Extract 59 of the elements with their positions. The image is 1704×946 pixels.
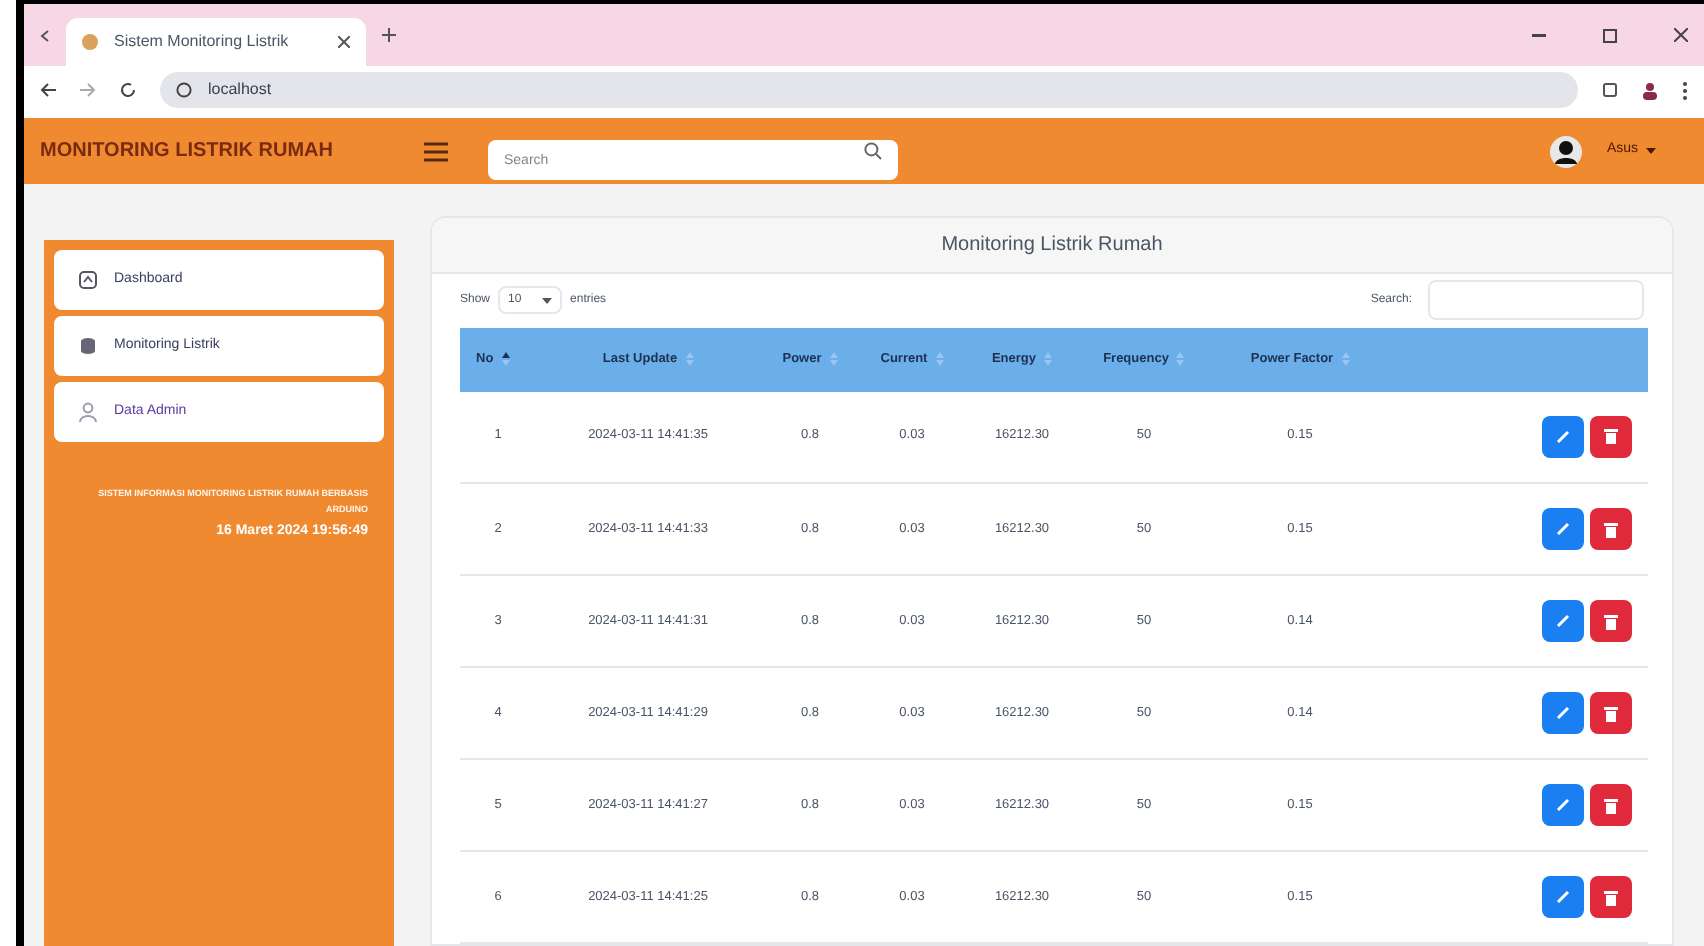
trash-icon: [1604, 797, 1618, 813]
maximize-icon[interactable]: [1602, 27, 1618, 43]
caret-icon: [1646, 148, 1656, 154]
brand-title: MONITORING LISTRIK RUMAH: [40, 138, 335, 166]
avatar-icon[interactable]: [1550, 135, 1583, 167]
chevron-icon[interactable]: [40, 29, 50, 41]
search-icon: [864, 141, 882, 159]
pencil-icon: [1556, 614, 1570, 628]
pencil-icon: [1556, 890, 1570, 904]
delete-button[interactable]: [1590, 600, 1632, 642]
sort-icon: [935, 352, 944, 366]
delete-button[interactable]: [1590, 876, 1632, 918]
reload-icon[interactable]: [120, 82, 136, 98]
edit-button[interactable]: [1542, 692, 1584, 734]
edit-button[interactable]: [1542, 784, 1584, 826]
profile-icon[interactable]: [1642, 81, 1658, 99]
info-icon: [176, 82, 192, 98]
delete-button[interactable]: [1590, 784, 1632, 826]
edit-button[interactable]: [1542, 415, 1584, 458]
trash-icon: [1604, 705, 1618, 721]
sort-icon: [1176, 352, 1185, 366]
edit-button[interactable]: [1542, 508, 1584, 550]
card-title: Monitoring Listrik Rumah: [941, 232, 1163, 261]
trash-icon: [1604, 428, 1618, 445]
pencil-icon: [1556, 522, 1570, 536]
browser-tab[interactable]: Sistem Monitoring Listrik: [66, 18, 366, 66]
menu-icon[interactable]: [424, 141, 448, 161]
database-icon: [78, 336, 98, 356]
delete-button[interactable]: [1590, 692, 1632, 734]
close-icon[interactable]: [338, 36, 350, 48]
tab-title: Sistem Monitoring Listrik: [114, 30, 291, 54]
trash-icon: [1604, 521, 1618, 537]
table-search-field[interactable]: [1428, 280, 1644, 321]
sort-icon: [685, 352, 694, 366]
minimize-icon[interactable]: [1532, 33, 1546, 37]
globe-icon: [82, 34, 98, 50]
sort-icon: [829, 352, 838, 366]
address-bar[interactable]: localhost: [160, 72, 1578, 108]
plus-icon[interactable]: [382, 28, 396, 42]
edit-button[interactable]: [1542, 600, 1584, 642]
pencil-icon: [1556, 706, 1570, 720]
edit-button[interactable]: [1542, 876, 1584, 918]
user-icon: [78, 402, 98, 422]
pencil-icon: [1556, 429, 1570, 444]
sort-icon: [501, 352, 510, 366]
dashboard-icon: [78, 270, 98, 290]
delete-button[interactable]: [1590, 508, 1632, 550]
menu-icon[interactable]: [1682, 81, 1688, 99]
close-icon[interactable]: [1674, 28, 1688, 42]
pencil-icon: [1556, 798, 1570, 812]
extension-icon[interactable]: [1602, 82, 1618, 98]
delete-button[interactable]: [1590, 415, 1632, 458]
sort-icon: [1044, 352, 1053, 366]
sort-icon: [1341, 352, 1350, 366]
trash-icon: [1604, 613, 1618, 629]
caret-icon: [542, 297, 553, 304]
url-text: localhost: [208, 78, 272, 102]
back-icon[interactable]: [40, 82, 56, 98]
trash-icon: [1604, 889, 1618, 905]
